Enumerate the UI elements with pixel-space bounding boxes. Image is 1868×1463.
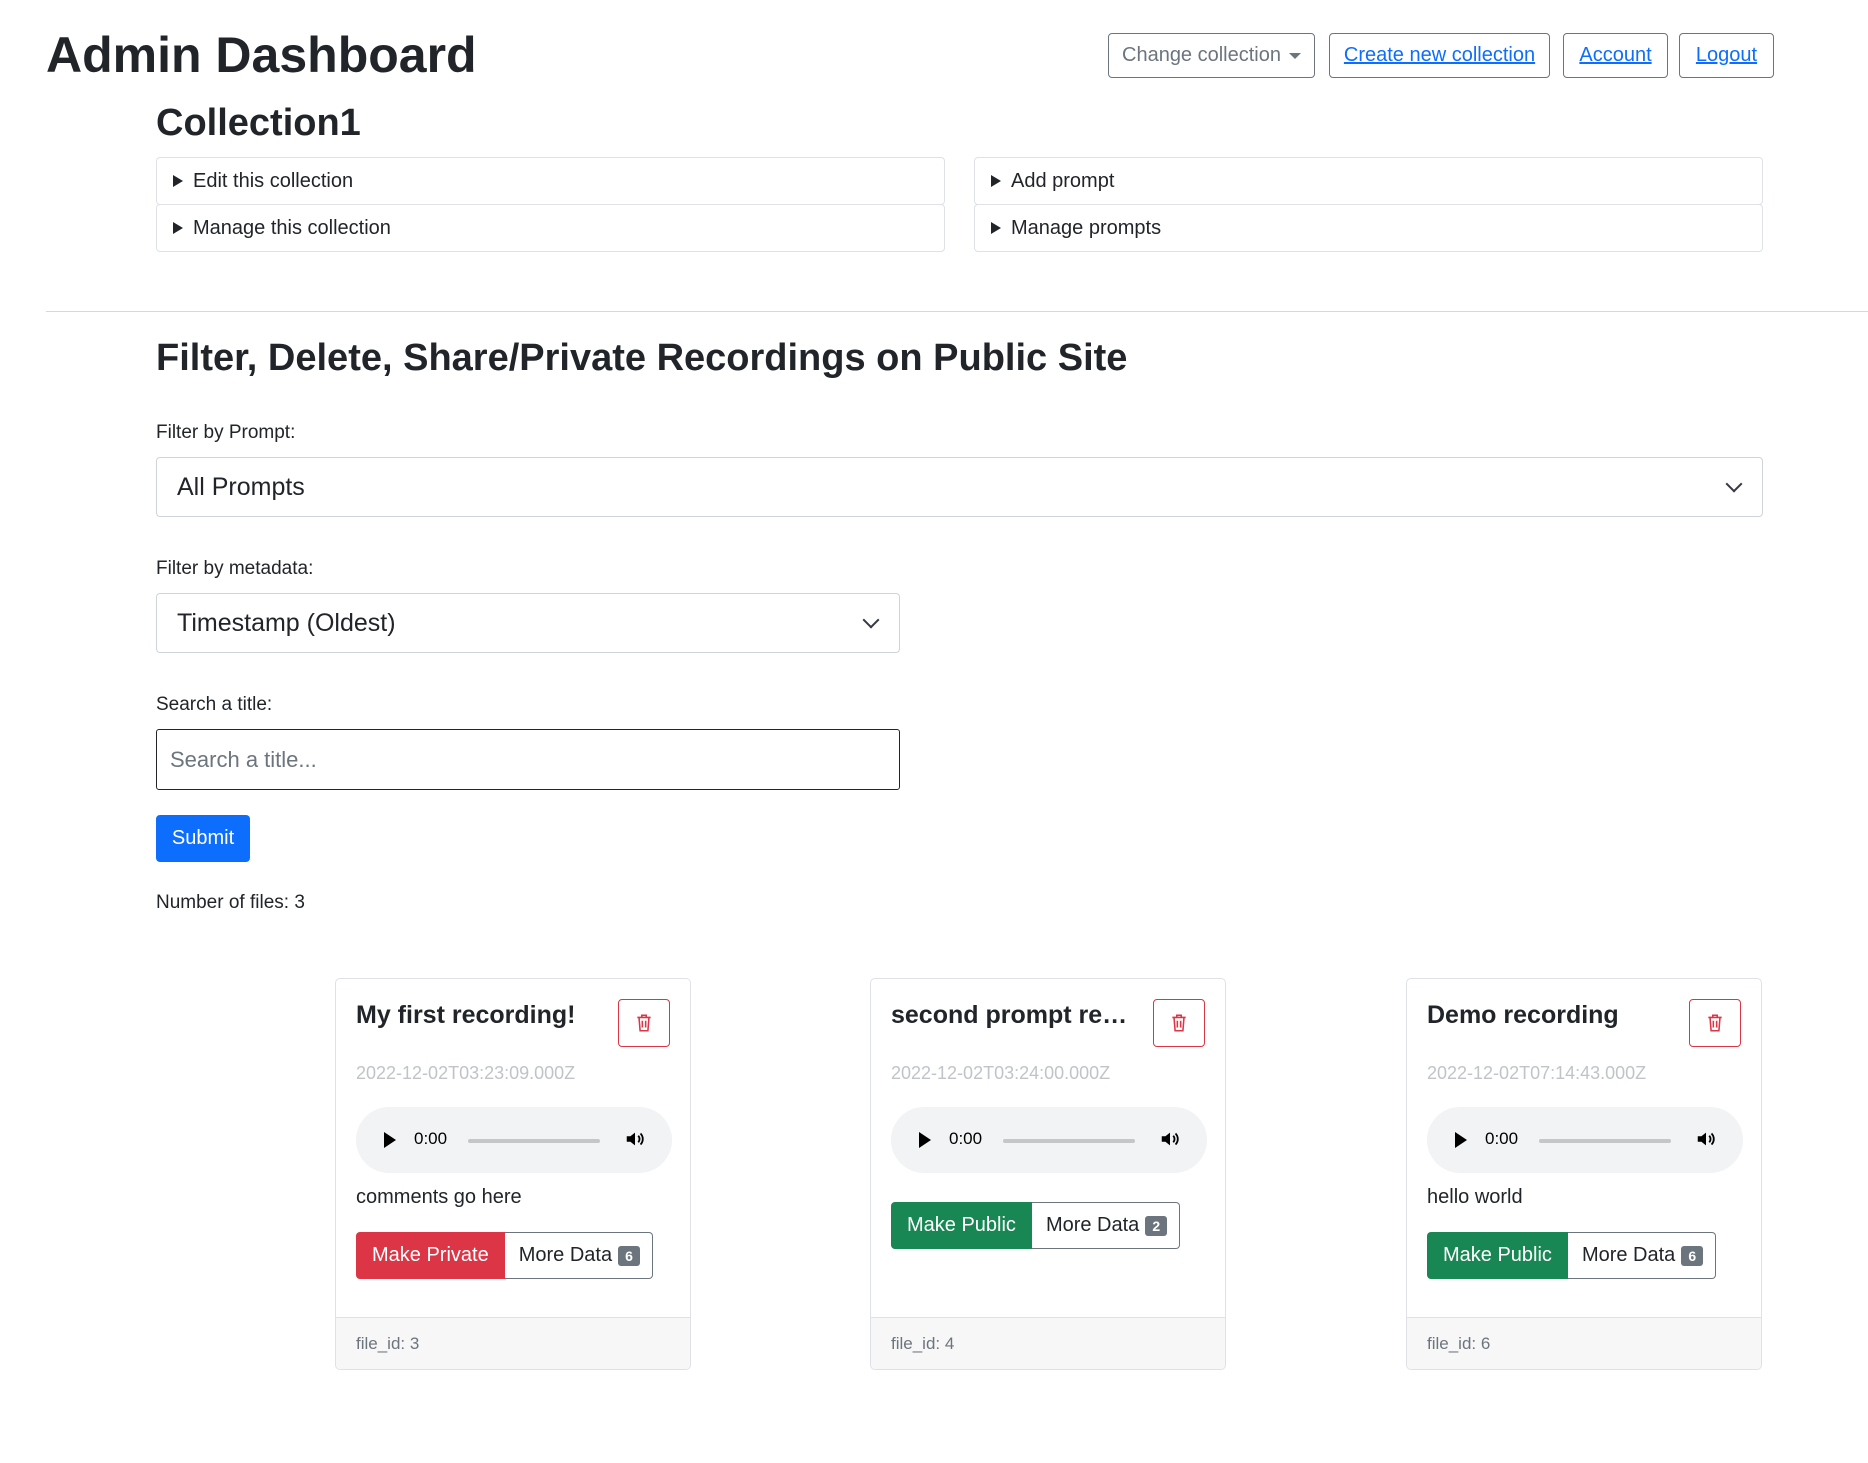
audio-player[interactable]: 0:00 <box>356 1107 672 1173</box>
audio-time: 0:00 <box>414 1129 448 1148</box>
manage-collection-summary: Manage this collection <box>193 216 391 239</box>
search-title-label: Search a title: <box>156 694 273 715</box>
edit-collection-summary: Edit this collection <box>193 169 354 192</box>
create-new-collection-link[interactable]: Create new collection <box>1329 33 1550 78</box>
recording-comment: hello world <box>1427 1186 1523 1208</box>
recording-timestamp: 2022-12-02T03:24:00.000Z <box>891 1063 1111 1083</box>
recording-title: second prompt recor... <box>891 1001 1141 1029</box>
audio-progress-bar[interactable] <box>468 1139 600 1143</box>
filter-prompt-label: Filter by Prompt: <box>156 422 296 443</box>
card-footer: file_id: 3 <box>336 1317 690 1369</box>
trash-icon <box>1708 1014 1722 1032</box>
recording-card: My first recording! 2022-12-02T03:23:09.… <box>335 978 691 1370</box>
chevron-down-icon <box>1725 475 1743 493</box>
recording-timestamp: 2022-12-02T07:14:43.000Z <box>1427 1063 1647 1083</box>
play-icon[interactable] <box>384 1132 396 1148</box>
prompt-filter-select[interactable]: All Prompts <box>156 457 1763 517</box>
card-footer: file_id: 4 <box>871 1317 1225 1369</box>
metadata-filter-value: Timestamp (Oldest) <box>177 608 396 637</box>
collection-title: Collection1 <box>156 102 361 144</box>
make-private-button[interactable]: Make Private <box>356 1232 505 1279</box>
chevron-down-icon <box>862 611 880 629</box>
disclosure-triangle-icon <box>991 222 1001 234</box>
manage-prompts-summary: Manage prompts <box>1011 216 1162 239</box>
audio-player[interactable]: 0:00 <box>1427 1107 1743 1173</box>
disclosure-triangle-icon <box>991 175 1001 187</box>
manage-prompts-details[interactable]: Manage prompts <box>974 204 1763 252</box>
play-icon[interactable] <box>919 1132 931 1148</box>
change-collection-label: Change collection <box>1122 44 1281 66</box>
page-title: Admin Dashboard <box>46 27 477 83</box>
disclosure-triangle-icon <box>173 175 183 187</box>
audio-time: 0:00 <box>1485 1129 1519 1148</box>
delete-button[interactable] <box>1153 999 1205 1047</box>
search-title-input[interactable] <box>156 729 900 790</box>
audio-progress-bar[interactable] <box>1003 1139 1135 1143</box>
more-data-label: More Data <box>1045 1214 1140 1236</box>
filter-section-title: Filter, Delete, Share/Private Recordings… <box>156 337 1128 379</box>
submit-button[interactable]: Submit <box>156 815 250 862</box>
logout-link[interactable]: Logout <box>1679 33 1774 78</box>
make-public-button[interactable]: Make Public <box>891 1202 1032 1249</box>
more-data-button[interactable]: More Data 6 <box>1567 1232 1717 1279</box>
edit-collection-details[interactable]: Edit this collection <box>156 157 945 205</box>
recording-title: Demo recording <box>1427 1001 1619 1029</box>
audio-time: 0:00 <box>949 1129 983 1148</box>
play-icon[interactable] <box>1455 1132 1467 1148</box>
more-data-count-badge: 6 <box>618 1245 640 1266</box>
card-footer: file_id: 6 <box>1407 1317 1761 1369</box>
recording-timestamp: 2022-12-02T03:23:09.000Z <box>356 1063 576 1083</box>
recording-actions: Make Public More Data 2 <box>891 1202 1181 1249</box>
manage-collection-details[interactable]: Manage this collection <box>156 204 945 252</box>
metadata-filter-select[interactable]: Timestamp (Oldest) <box>156 593 900 653</box>
recording-card: second prompt recor... 2022-12-02T03:24:… <box>870 978 1226 1370</box>
more-data-count-badge: 6 <box>1681 1245 1704 1266</box>
trash-icon <box>1172 1014 1186 1032</box>
recording-card: Demo recording 2022-12-02T07:14:43.000Z … <box>1406 978 1762 1370</box>
make-public-button[interactable]: Make Public <box>1427 1232 1568 1279</box>
more-data-button[interactable]: More Data 2 <box>1031 1202 1181 1249</box>
more-data-button[interactable]: More Data 6 <box>504 1232 653 1279</box>
delete-button[interactable] <box>618 999 670 1047</box>
caret-down-icon <box>1289 52 1301 59</box>
recording-actions: Make Private More Data 6 <box>356 1232 653 1279</box>
volume-icon[interactable] <box>1159 1128 1181 1150</box>
more-data-label: More Data <box>518 1244 613 1266</box>
more-data-count-badge: 2 <box>1145 1215 1168 1236</box>
recording-actions: Make Public More Data 6 <box>1427 1232 1717 1279</box>
section-divider <box>46 311 1868 312</box>
recording-comment: comments go here <box>356 1186 522 1208</box>
volume-icon[interactable] <box>1695 1128 1717 1150</box>
disclosure-triangle-icon <box>173 222 183 234</box>
more-data-label: More Data <box>1581 1244 1676 1266</box>
audio-player[interactable]: 0:00 <box>891 1107 1207 1173</box>
add-prompt-summary: Add prompt <box>1011 169 1115 192</box>
change-collection-dropdown[interactable]: Change collection <box>1108 33 1315 78</box>
filter-metadata-label: Filter by metadata: <box>156 558 314 579</box>
delete-button[interactable] <box>1689 999 1741 1047</box>
volume-icon[interactable] <box>624 1128 646 1150</box>
account-link[interactable]: Account <box>1563 33 1668 78</box>
prompt-filter-value: All Prompts <box>177 472 305 501</box>
file-count: Number of files: 3 <box>156 892 305 913</box>
trash-icon <box>637 1014 651 1032</box>
recording-title: My first recording! <box>356 1001 576 1029</box>
add-prompt-details[interactable]: Add prompt <box>974 157 1763 205</box>
audio-progress-bar[interactable] <box>1539 1139 1671 1143</box>
